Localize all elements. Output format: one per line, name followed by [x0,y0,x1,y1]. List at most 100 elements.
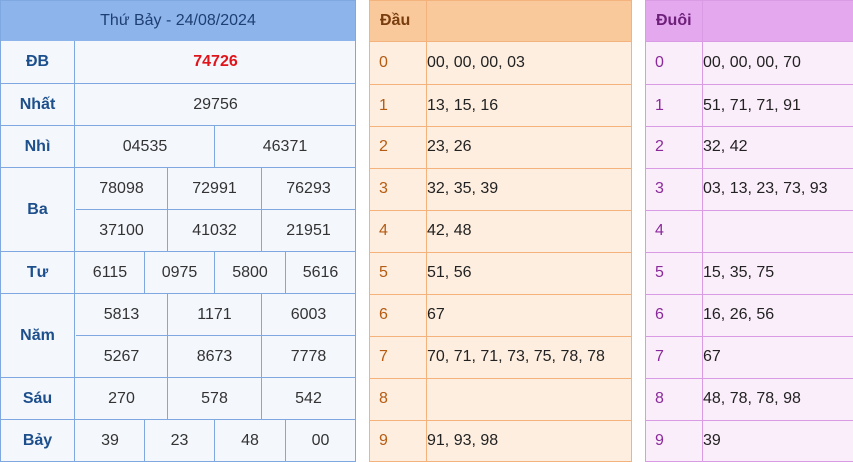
dau-row: 8 [370,378,631,420]
dau-header: Đầu [370,1,631,41]
duoi-row: 6 16, 26, 56 [646,294,853,336]
duoi-digit: 1 [655,97,664,114]
dau-row: 0 00, 00, 00, 03 [370,42,631,84]
dau-values: 67 [427,306,445,323]
prize-nam-number: 8673 [196,347,233,365]
prize-bay-number: 48 [241,431,259,449]
duoi-row: 4 [646,210,853,252]
dau-values: 51, 56 [427,264,472,281]
dau-row: 4 42, 48 [370,210,631,252]
prize-sau-number: 578 [201,389,228,407]
dau-row: 6 67 [370,294,631,336]
prize-ba-number: 76293 [286,179,331,197]
prize-ba-number: 41032 [192,221,237,239]
prize-label-nhat: Nhất [1,84,75,125]
prize-nam-number: 5267 [103,347,140,365]
dau-row: 9 91, 93, 98 [370,420,631,462]
dau-digit: 4 [379,222,388,239]
duoi-digit: 2 [655,138,664,155]
duoi-row: 7 67 [646,336,853,378]
prize-nhi-number: 04535 [122,137,168,155]
duoi-row: 1 51, 71, 71, 91 [646,85,853,127]
dau-values: 70, 71, 71, 73, 75, 78, 78 [427,348,605,365]
prize-nam-number: 7778 [290,347,327,365]
dau-digit: 9 [379,432,388,449]
dau-digit: 8 [379,390,388,407]
prize-label-nam: Năm [1,294,75,377]
duoi-table: Đuôi 0 00, 00, 00, 70 1 51, 71, 71, 91 2 32… [645,0,853,462]
prize-label-tu: Tư [1,252,75,293]
dau-values: 13, 15, 16 [427,97,499,114]
dau-digit: 6 [379,306,388,323]
prize-tu-number: 0975 [161,263,198,281]
duoi-values: 15, 35, 75 [703,264,775,281]
dau-values: 32, 35, 39 [427,180,499,197]
duoi-values: 48, 78, 78, 98 [703,390,801,407]
dau-row: 2 23, 26 [370,126,631,168]
duoi-values: 51, 71, 71, 91 [703,97,801,114]
prize-tu-number: 5800 [232,263,268,281]
dau-digit: 2 [379,138,388,155]
duoi-digit: 8 [655,390,664,407]
prize-nam-number: 5813 [103,305,140,323]
dau-values: 23, 26 [427,138,472,155]
duoi-digit: 5 [655,264,664,281]
prize-tu-number: 6115 [92,263,128,281]
prize-bay-number: 39 [101,431,119,449]
duoi-digit: 0 [655,54,664,71]
dau-digit: 0 [379,54,388,71]
dau-table: Đầu 0 00, 00, 00, 03 1 13, 15, 16 2 23, 26 … [369,0,632,462]
prize-nhat-number: 29756 [193,95,238,113]
results-table: Thứ Bảy - 24/08/2024 ĐB 74726 Nhất 29756… [0,0,356,462]
duoi-header-label: Đuôi [656,12,692,29]
dau-values: 91, 93, 98 [427,432,499,449]
prize-ba-number: 37100 [99,221,144,239]
duoi-values: 00, 00, 00, 70 [703,54,801,71]
prize-sau-number: 542 [295,389,322,407]
duoi-values: 32, 42 [703,138,748,155]
duoi-digit: 9 [655,432,664,449]
prize-label-db: ĐB [1,41,75,83]
prize-ba-number: 21951 [286,221,331,239]
dau-digit: 1 [379,97,388,114]
dau-values: 00, 00, 00, 03 [427,54,525,71]
prize-label-nhi: Nhì [1,126,75,167]
prize-db-number: 74726 [193,53,238,70]
duoi-digit: 7 [655,348,664,365]
duoi-values: 67 [703,348,721,365]
prize-bay-number: 23 [170,431,189,449]
dau-row: 1 13, 15, 16 [370,85,631,127]
prize-ba-number: 78098 [99,179,144,197]
prize-tu-number: 5616 [302,263,339,281]
duoi-row: 5 15, 35, 75 [646,252,853,294]
prize-sau-number: 270 [108,389,135,407]
dau-row: 7 70, 71, 71, 73, 75, 78, 78 [370,336,631,378]
duoi-row: 8 48, 78, 78, 98 [646,378,853,420]
duoi-header: Đuôi [646,1,853,41]
results-title: Thứ Bảy - 24/08/2024 [1,1,355,41]
duoi-row: 2 32, 42 [646,126,853,168]
prize-ba-number: 72991 [192,179,237,197]
duoi-values: 16, 26, 56 [703,306,775,323]
prize-nhi-number: 46371 [262,137,308,155]
prize-nam-number: 1171 [197,305,232,323]
dau-digit: 7 [379,348,388,365]
duoi-row: 9 39 [646,420,853,462]
prize-label-bay: Bảy [1,420,75,461]
prize-label-ba: Ba [1,168,75,251]
dau-digit: 3 [379,180,388,197]
duoi-row: 3 03, 13, 23, 73, 93 [646,168,853,210]
prize-nam-number: 6003 [290,305,327,323]
duoi-digit: 4 [655,222,664,239]
dau-digit: 5 [379,264,388,281]
duoi-digit: 3 [655,180,664,197]
dau-header-label: Đầu [380,12,411,29]
duoi-values: 39 [703,432,721,449]
duoi-digit: 6 [655,306,664,323]
prize-bay-number: 00 [311,431,330,449]
dau-row: 3 32, 35, 39 [370,168,631,210]
dau-values: 42, 48 [427,222,472,239]
duoi-row: 0 00, 00, 00, 70 [646,42,853,84]
dau-row: 5 51, 56 [370,252,631,294]
prize-label-sau: Sáu [1,378,75,419]
